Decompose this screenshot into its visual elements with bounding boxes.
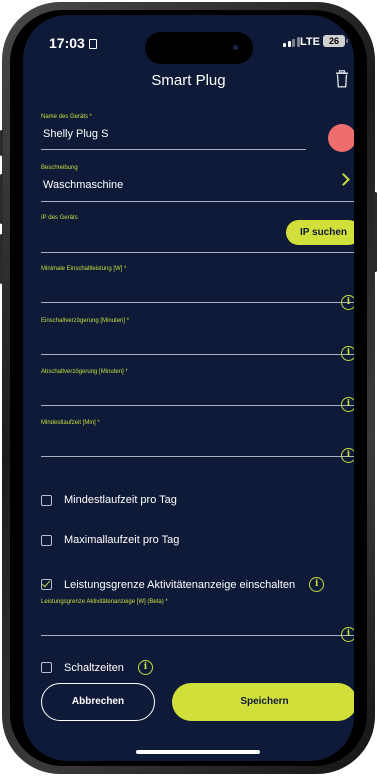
- checkbox-label: Mindestlaufzeit pro Tag: [64, 494, 177, 506]
- device-name-field[interactable]: Name des Geräts * Shelly Plug S: [41, 114, 354, 154]
- description-value: Waschmaschine: [43, 179, 124, 191]
- battery-tip: [346, 39, 348, 43]
- switch-on-delay-label: Einschaltverzögerung [Minuten] *: [41, 318, 130, 324]
- activity-power-limit-field[interactable]: Leistungsgrenze Aktivitätenanzeige [W] (…: [41, 599, 354, 639]
- min-runtime-label: Mindestlaufzeit [Min] *: [41, 420, 100, 426]
- mute-switch: [0, 130, 3, 156]
- checkbox-min-runtime-per-day[interactable]: Mindestlaufzeit pro Tag: [41, 494, 177, 506]
- dynamic-island: [145, 32, 253, 64]
- info-icon[interactable]: i: [309, 577, 325, 592]
- checkbox-max-runtime-per-day[interactable]: Maximallaufzeit pro Tag: [41, 534, 179, 546]
- volume-down-button: [0, 234, 3, 284]
- underline: [41, 635, 354, 636]
- app-screen: 17:03 LTE 26 Smart Plug Name des Geräts …: [23, 15, 354, 761]
- checkbox-box[interactable]: [41, 494, 52, 506]
- activity-power-limit-label: Leistungsgrenze Aktivitätenanzeige [W] (…: [41, 599, 168, 605]
- info-icon[interactable]: i: [341, 295, 354, 310]
- underline: [41, 405, 354, 406]
- description-field[interactable]: Beschreibung Waschmaschine: [41, 165, 354, 205]
- page-title: Smart Plug: [151, 72, 226, 89]
- underline: [41, 456, 354, 457]
- checkbox-activity-power-limit[interactable]: Leistungsgrenze Aktivitätenanzeige einsc…: [41, 577, 325, 592]
- underline: [41, 149, 306, 150]
- min-power-field[interactable]: Minimale Einschaltleistung [W] *: [41, 266, 354, 306]
- checkbox-label: Maximallaufzeit pro Tag: [64, 534, 180, 546]
- underline: [41, 354, 354, 355]
- underline: [41, 302, 354, 303]
- info-icon[interactable]: i: [137, 660, 153, 675]
- home-indicator[interactable]: [136, 750, 260, 754]
- ip-address-label: IP des Geräts: [41, 215, 78, 221]
- device-name-value: Shelly Plug S: [43, 128, 109, 140]
- sim-card-icon: [88, 39, 97, 49]
- volume-up-button: [0, 174, 3, 224]
- device-name-label: Name des Geräts *: [41, 114, 93, 120]
- status-bar: 17:03 LTE 26: [23, 15, 354, 64]
- cancel-button[interactable]: Abbrechen: [41, 683, 155, 721]
- checkbox-box-checked[interactable]: [41, 579, 52, 590]
- info-icon[interactable]: i: [341, 448, 354, 463]
- checkbox-schedules[interactable]: Schaltzeiten i: [41, 660, 153, 675]
- checkbox-label: Leistungsgrenze Aktivitätenanzeige einsc…: [64, 578, 296, 591]
- switch-on-delay-field[interactable]: Einschaltverzögerung [Minuten] *: [41, 318, 354, 358]
- description-label: Beschreibung: [41, 165, 78, 171]
- device-color-dot[interactable]: [328, 124, 354, 152]
- save-button[interactable]: Speichern: [172, 683, 354, 721]
- ip-search-button[interactable]: IP suchen: [286, 220, 354, 245]
- info-icon[interactable]: i: [341, 397, 354, 412]
- info-icon[interactable]: i: [341, 346, 354, 361]
- trash-icon[interactable]: [335, 70, 349, 88]
- battery-icon: 26: [323, 35, 345, 47]
- checkbox-label: Schaltzeiten: [64, 661, 124, 674]
- switch-off-delay-label: Abschaltverzögerung [Minuten] *: [41, 369, 128, 375]
- checkbox-box[interactable]: [41, 534, 52, 546]
- underline: [41, 252, 354, 253]
- min-power-label: Minimale Einschaltleistung [W] *: [41, 266, 127, 272]
- network-type: LTE: [300, 36, 320, 48]
- switch-off-delay-field[interactable]: Abschaltverzögerung [Minuten] *: [41, 369, 354, 409]
- underline: [41, 201, 354, 202]
- status-time: 17:03: [49, 35, 97, 51]
- signal-strength-icon: [283, 37, 300, 47]
- camera-dot: [233, 45, 238, 50]
- checkbox-box[interactable]: [41, 662, 52, 673]
- min-runtime-field[interactable]: Mindestlaufzeit [Min] *: [41, 420, 354, 460]
- info-icon[interactable]: i: [341, 627, 354, 642]
